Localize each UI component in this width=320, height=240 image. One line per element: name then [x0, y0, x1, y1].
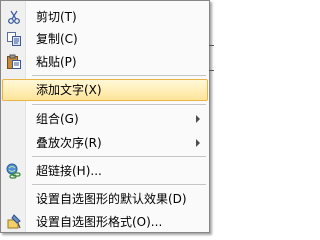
- submenu-arrow-icon: [196, 139, 200, 147]
- menu-item-label: 添加文字(X): [36, 83, 102, 97]
- menu-item-copy[interactable]: 复制(C): [2, 28, 208, 50]
- paste-icon: [6, 54, 22, 70]
- format-shape-icon: [6, 214, 22, 230]
- background-edge-line: [209, 70, 214, 71]
- menu-item-label: 超链接(H)...: [36, 164, 102, 178]
- menu-item-format-shape[interactable]: 设置自选图形格式(O)...: [2, 211, 208, 233]
- menu-item-label: 设置自选图形的默认效果(D): [36, 192, 187, 206]
- submenu-arrow-icon: [196, 115, 200, 123]
- menu-item-order[interactable]: 叠放次序(R): [2, 132, 208, 154]
- context-menu: 剪切(T) 复制(C) 粘贴(P) 添加文字(X) 组合(G) 叠放次序(R) …: [0, 0, 210, 233]
- menu-item-label: 粘贴(P): [36, 55, 77, 69]
- copy-icon: [6, 31, 22, 47]
- menu-separator: [32, 104, 206, 105]
- menu-item-label: 剪切(T): [36, 10, 77, 24]
- menu-item-set-default-effect[interactable]: 设置自选图形的默认效果(D): [2, 188, 208, 210]
- menu-item-add-text[interactable]: 添加文字(X): [2, 79, 208, 101]
- menu-item-label: 叠放次序(R): [36, 136, 102, 150]
- menu-item-group[interactable]: 组合(G): [2, 108, 208, 130]
- background-edge-line: [209, 45, 214, 46]
- menu-item-paste[interactable]: 粘贴(P): [2, 51, 208, 73]
- menu-item-label: 组合(G): [36, 112, 79, 126]
- menu-separator: [32, 75, 206, 76]
- menu-separator: [32, 156, 206, 157]
- scissors-icon: [6, 9, 22, 25]
- menu-separator: [32, 184, 206, 185]
- menu-item-hyperlink[interactable]: 超链接(H)...: [2, 160, 208, 182]
- menu-item-label: 设置自选图形格式(O)...: [36, 215, 163, 229]
- menu-item-cut[interactable]: 剪切(T): [2, 6, 208, 28]
- menu-item-label: 复制(C): [36, 32, 78, 46]
- hyperlink-icon: [6, 163, 22, 179]
